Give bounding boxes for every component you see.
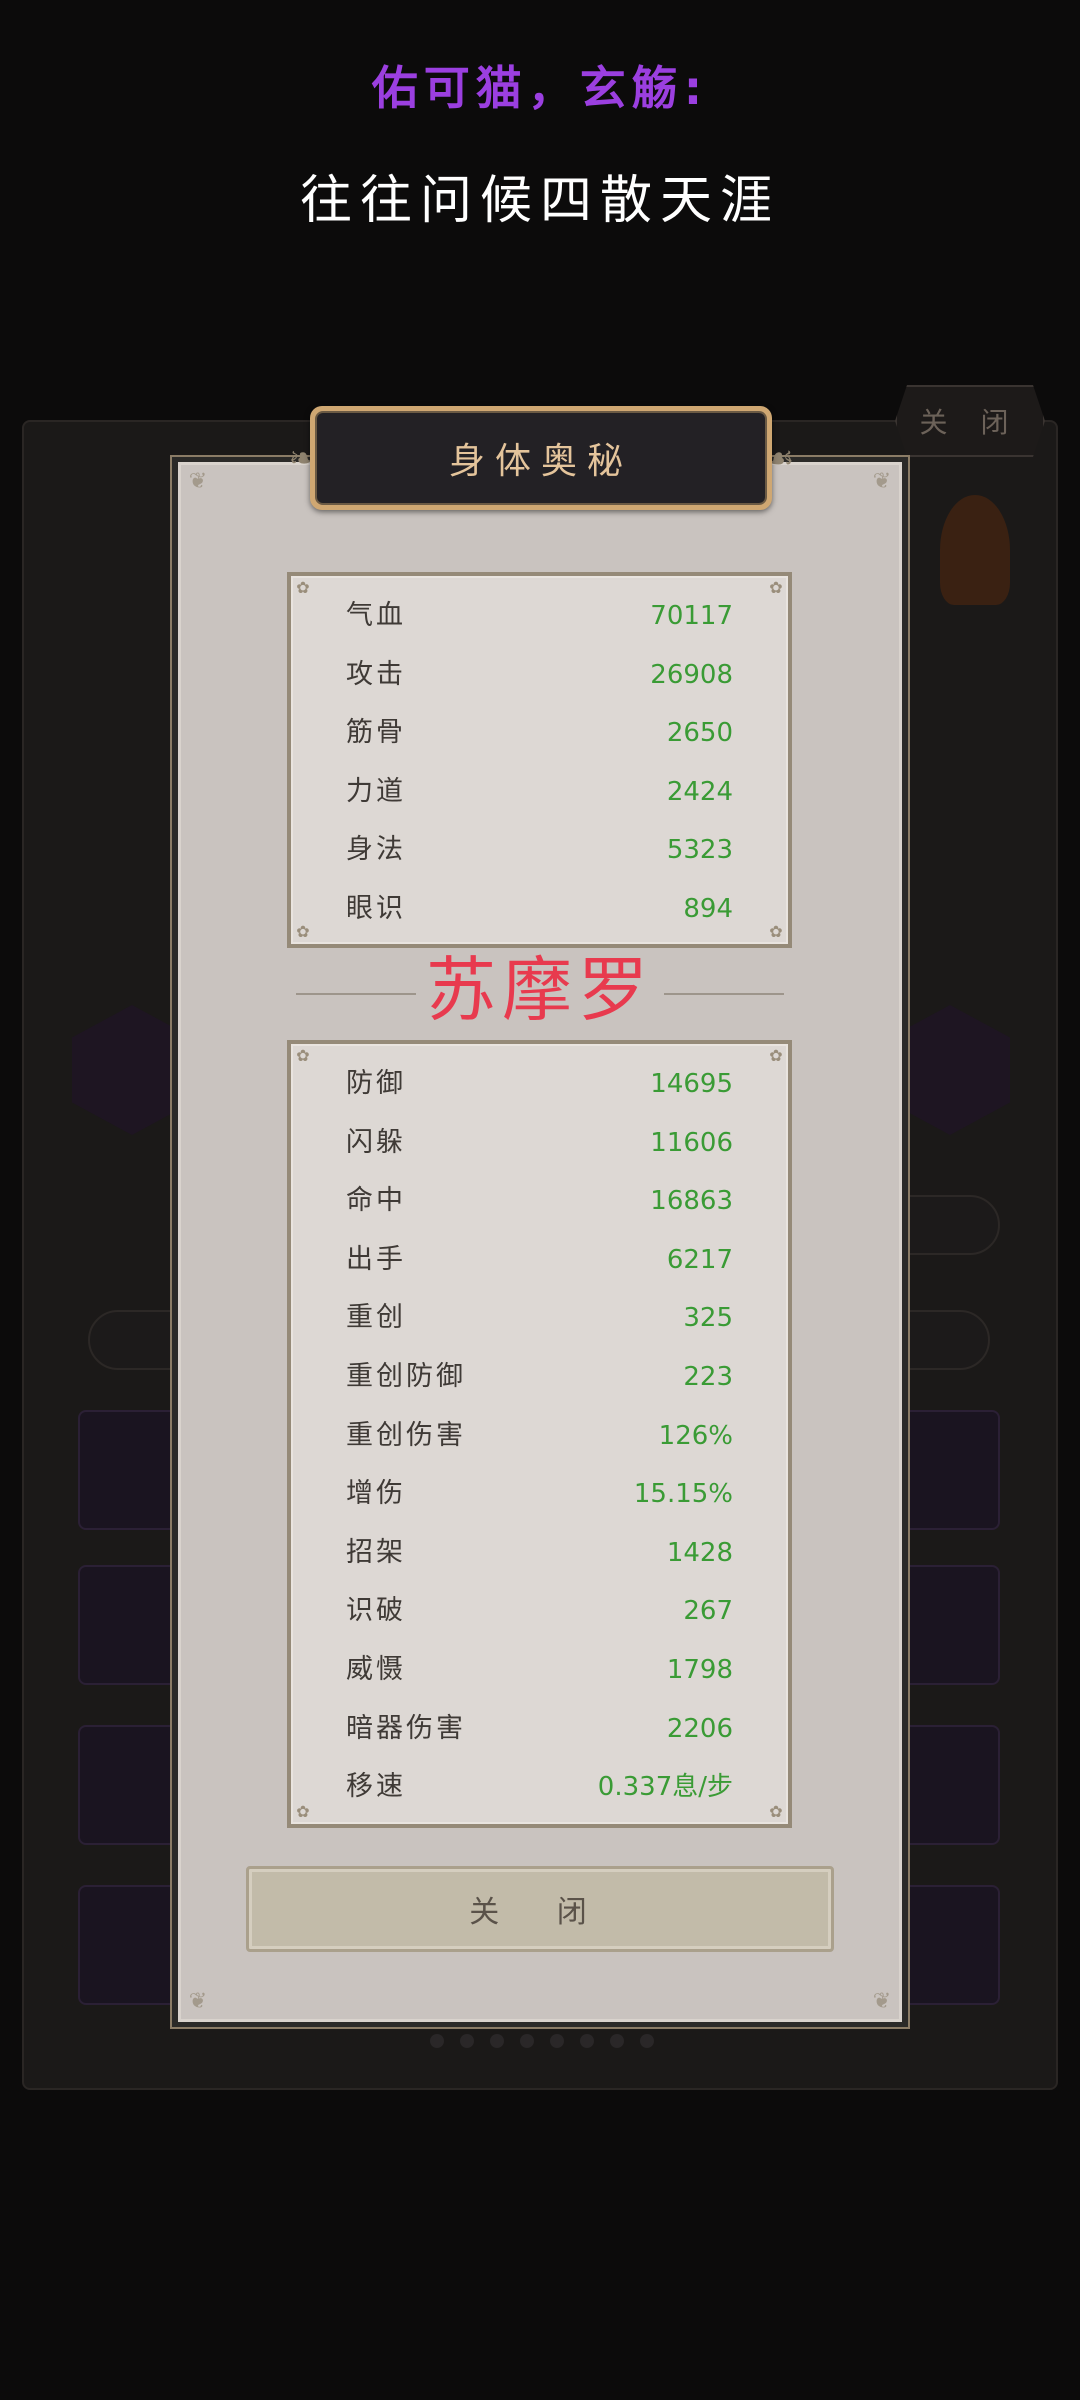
corner-ornament-icon: ❦ — [188, 469, 208, 494]
stat-label: 眼识 — [346, 893, 406, 924]
stat-label: 力道 — [346, 775, 406, 807]
stat-label: 增伤 — [346, 1478, 406, 1510]
combat-stats-panel: ✿ ✿ ✿ ✿ 防御 14695 闪躲 11606 命中 16863 出手 6217 重创 325… — [287, 1040, 792, 1828]
stat-label: 闪躲 — [346, 1126, 406, 1158]
stat-row: 识破 267 — [291, 1591, 788, 1631]
stat-label: 招架 — [346, 1536, 406, 1568]
stat-row: 气血 70117 — [291, 596, 788, 636]
stat-value: 2424 — [666, 776, 733, 807]
stat-value: 894 — [683, 894, 733, 924]
stat-value: 14695 — [650, 1069, 733, 1099]
stat-value: 126% — [658, 1420, 733, 1451]
stat-label: 筋骨 — [346, 717, 406, 749]
corner-ornament-icon: ✿ — [769, 578, 783, 597]
stat-value: 70117 — [650, 601, 733, 631]
stat-label: 出手 — [346, 1243, 406, 1275]
stat-value: 6217 — [666, 1244, 733, 1275]
stat-row: 力道 2424 — [291, 772, 788, 812]
chat-author: 佑可猫，玄觞: — [371, 61, 709, 115]
stat-value: 1428 — [666, 1537, 733, 1568]
stat-row: 重创 325 — [291, 1298, 788, 1338]
stat-label: 暗器伤害 — [346, 1712, 466, 1744]
modal-title-plate: 身体奥秘 — [310, 406, 772, 510]
stat-row: 身法 5323 — [291, 830, 788, 870]
stat-row: 增伤 15.15% — [291, 1474, 788, 1514]
stat-value: 5323 — [666, 835, 733, 866]
stat-value: 26908 — [650, 659, 733, 690]
stat-value: 2650 — [666, 718, 733, 749]
stat-row: 重创防御 223 — [291, 1357, 788, 1397]
corner-ornament-icon: ✿ — [296, 578, 310, 597]
corner-ornament-icon: ❦ — [872, 469, 892, 494]
stat-value: 2206 — [666, 1713, 733, 1744]
corner-ornament-icon: ❦ — [188, 1989, 208, 2014]
stat-row: 命中 16863 — [291, 1181, 788, 1221]
stat-row: 攻击 26908 — [291, 655, 788, 695]
stat-value: 267 — [683, 1596, 733, 1627]
stat-row: 眼识 894 — [291, 889, 788, 929]
modal-title: 身体奥秘 — [315, 411, 767, 505]
chat-text: 往往问候四散天涯 — [299, 171, 780, 231]
stat-value: 15.15% — [633, 1479, 733, 1510]
stat-value: 0.337息/步 — [597, 1772, 733, 1803]
base-stats-panel: ✿ ✿ ✿ ✿ 气血 70117 攻击 26908 筋骨 2650 力道 2424 身法 5323… — [287, 572, 792, 948]
stat-label: 移速 — [346, 1771, 406, 1803]
stat-value: 11606 — [650, 1127, 733, 1158]
stat-row: 重创伤害 126% — [291, 1416, 788, 1456]
stat-value: 16863 — [650, 1186, 733, 1217]
stat-row: 招架 1428 — [291, 1533, 788, 1573]
corner-ornament-icon: ✿ — [769, 1046, 783, 1065]
stat-label: 气血 — [346, 600, 406, 631]
stat-label: 攻击 — [346, 658, 406, 690]
stat-label: 重创防御 — [346, 1361, 466, 1392]
chat-message: 佑可猫，玄觞: 往往问候四散天涯 — [0, 52, 1080, 233]
character-name: 苏摩罗 — [426, 949, 654, 1031]
close-button[interactable]: 关 闭 — [246, 1866, 834, 1952]
stat-value: 223 — [683, 1362, 733, 1392]
stat-label: 身法 — [346, 834, 406, 866]
stat-row: 出手 6217 — [291, 1240, 788, 1280]
stat-row: 防御 14695 — [291, 1064, 788, 1104]
stat-label: 重创伤害 — [346, 1419, 466, 1451]
corner-ornament-icon: ✿ — [296, 1046, 310, 1065]
page-indicator — [430, 2034, 654, 2048]
stat-row: 筋骨 2650 — [291, 713, 788, 753]
stat-row: 威慑 1798 — [291, 1650, 788, 1690]
tassel-ornament-icon — [940, 495, 1010, 605]
stat-row: 移速 0.337息/步 — [291, 1767, 788, 1807]
stat-row: 闪躲 11606 — [291, 1123, 788, 1163]
stat-label: 重创 — [346, 1302, 406, 1334]
stat-row: 暗器伤害 2206 — [291, 1709, 788, 1749]
corner-ornament-icon: ❦ — [872, 1989, 892, 2014]
stat-label: 威慑 — [346, 1654, 406, 1685]
stat-label: 防御 — [346, 1068, 406, 1099]
stat-label: 命中 — [346, 1185, 406, 1217]
stat-label: 识破 — [346, 1595, 406, 1627]
stat-value: 1798 — [666, 1655, 733, 1685]
stat-value: 325 — [683, 1303, 733, 1334]
background-close-button: 关 闭 — [895, 385, 1045, 457]
